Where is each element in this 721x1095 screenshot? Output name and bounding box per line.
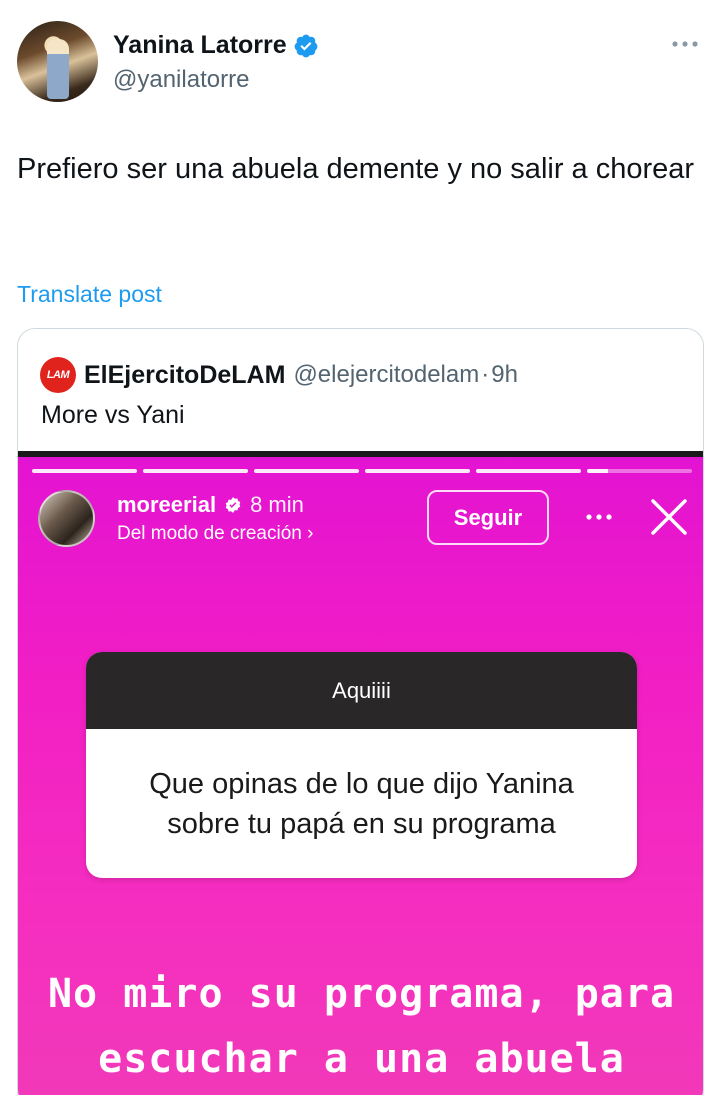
story-answer-text: No miro su programa, para escuchar a una… [47,971,676,1082]
story-progress-segment [365,469,470,473]
author-name-text: Yanina Latorre [113,31,287,59]
story-progress-bar [32,469,692,473]
verified-badge-icon [294,34,318,57]
quoted-post-time[interactable]: 9h [491,361,518,389]
author-handle[interactable]: @yanilatorre [113,66,249,94]
author-name[interactable]: Yanina Latorre [113,31,319,60]
story-user-row: moreerial 8 min [117,492,304,518]
story-subtitle: Del modo de creación › [117,523,314,544]
story-progress-segment [254,469,359,473]
meta-separator: · [481,361,490,388]
quoted-author-name[interactable]: ElEjercitoDeLAM [84,361,285,390]
question-sticker: Aquiiii Que opinas de lo que dijo Yanina… [86,652,637,878]
quoted-post-card[interactable]: LAM ElEjercitoDeLAM @elejercitodelam · 9… [17,328,704,1095]
story-progress-segment [143,469,248,473]
question-sticker-title: Aquiiii [86,652,637,729]
story-time: 8 min [250,492,304,517]
story-progress-segment [32,469,137,473]
post-text: Prefiero ser una abuela demente y no sal… [17,153,695,185]
more-horizontal-icon[interactable] [670,36,700,52]
quoted-author-logo-text: LAM [46,369,70,381]
more-horizontal-icon [586,514,612,520]
quoted-post-header: LAM ElEjercitoDeLAM @elejercitodelam · 9… [40,357,518,393]
question-sticker-text: Que opinas de lo que dijo Yanina sobre t… [149,767,574,840]
story-progress-segment [476,469,581,473]
quoted-author-avatar[interactable]: LAM [40,357,76,393]
translate-post-link[interactable]: Translate post [17,281,162,308]
story-username: moreerial [117,492,217,517]
follow-button: Seguir [427,490,549,545]
close-icon [651,499,687,535]
story-user-avatar [38,490,95,547]
verified-badge-icon [225,497,241,513]
story-progress-segment [587,469,692,473]
story-screenshot[interactable]: moreerial 8 min Del modo de creación › S… [18,451,703,1095]
quoted-post-text: More vs Yani [41,401,185,429]
quoted-author-handle[interactable]: @elejercitodelam [293,361,479,389]
author-avatar[interactable] [17,21,98,102]
